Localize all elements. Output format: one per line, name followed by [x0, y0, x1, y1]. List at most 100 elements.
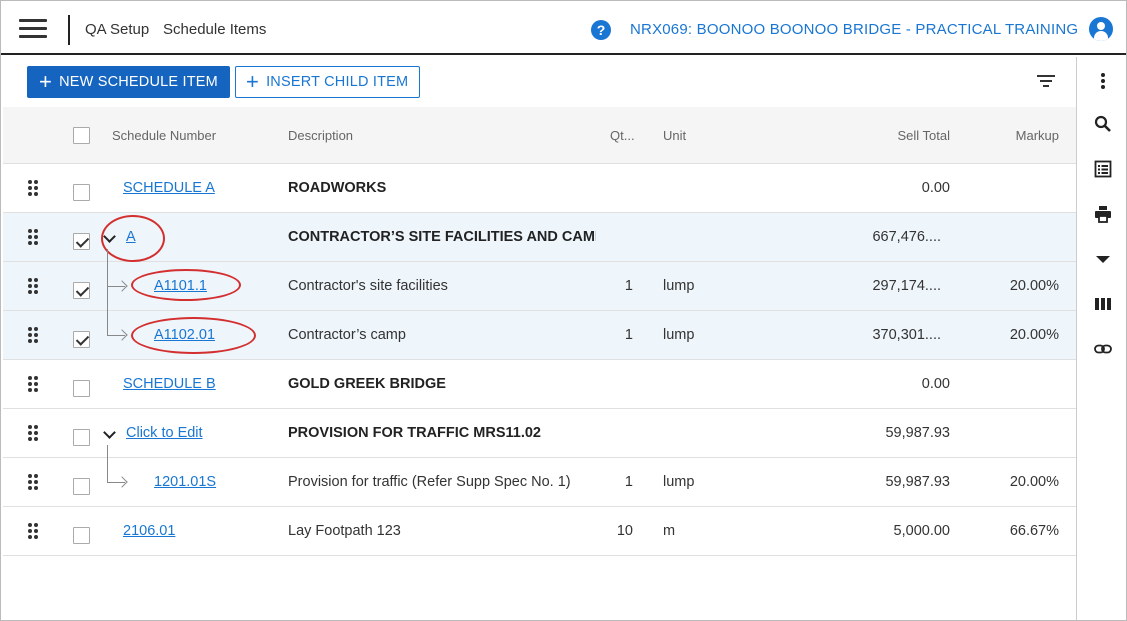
row-checkbox[interactable] [73, 282, 90, 299]
row-sell-total: 59,987.93 [885, 474, 950, 490]
row-unit: m [663, 523, 676, 539]
project-title[interactable]: NRX069: BOONOO BOONOO BRIDGE - PRACTICAL… [630, 21, 1078, 38]
row-quantity: 10 [616, 523, 633, 539]
more-vert-icon[interactable] [1093, 71, 1113, 91]
tree-line [107, 311, 108, 335]
row-description: GOLD GREEK BRIDGE [288, 376, 446, 392]
new-schedule-item-button[interactable]: + NEW SCHEDULE ITEM [27, 66, 230, 98]
col-unit[interactable]: Unit [663, 128, 686, 143]
tree-arrow-icon [116, 329, 128, 341]
row-checkbox[interactable] [73, 429, 90, 446]
menu-icon[interactable] [19, 19, 47, 39]
row-checkbox[interactable] [73, 233, 90, 250]
chevron-down-icon[interactable] [103, 230, 116, 243]
schedule-number-link[interactable]: 1201.01S [154, 474, 216, 490]
insert-child-item-label: INSERT CHILD ITEM [266, 74, 409, 90]
drag-handle-icon[interactable] [28, 474, 38, 490]
table-row[interactable]: SCHEDULE B GOLD GREEK BRIDGE 0.00 [3, 360, 1076, 409]
row-markup: 20.00% [1009, 278, 1059, 294]
row-checkbox[interactable] [73, 184, 90, 201]
row-unit: lump [663, 278, 695, 294]
row-description: Contractor’s camp [288, 327, 406, 343]
tree-arrow-icon [116, 476, 128, 488]
plus-icon: + [39, 69, 53, 94]
row-checkbox[interactable] [73, 527, 90, 544]
plus-icon: + [246, 69, 260, 94]
row-sell-total: 59,987.93 [885, 425, 950, 441]
breadcrumb-schedule-items: Schedule Items [163, 21, 267, 38]
row-description: Provision for traffic (Refer Supp Spec N… [288, 474, 571, 490]
table-header: Schedule Number Description Qt... Unit S… [3, 107, 1076, 164]
table-row[interactable]: 2106.01 Lay Footpath 123 10 m 5,000.00 6… [3, 507, 1076, 556]
drag-handle-icon[interactable] [28, 229, 38, 245]
row-checkbox[interactable] [73, 331, 90, 348]
table-row[interactable]: Click to Edit PROVISION FOR TRAFFIC MRS1… [3, 409, 1076, 458]
row-markup: 20.00% [1009, 327, 1059, 343]
table-row[interactable]: A1101.1 Contractor's site facilities 1 l… [3, 262, 1076, 311]
help-icon[interactable]: ? [591, 20, 611, 40]
row-quantity: 1 [624, 278, 633, 294]
account-icon[interactable] [1089, 17, 1113, 41]
row-sell-total: 370,301.... [872, 327, 941, 343]
drag-handle-icon[interactable] [28, 523, 38, 539]
link-icon[interactable] [1093, 339, 1113, 359]
col-sell-total[interactable]: Sell Total [850, 128, 950, 143]
schedule-items-table: Schedule Number Description Qt... Unit S… [3, 107, 1076, 556]
tree-arrow-icon [116, 280, 128, 292]
right-action-rail [1076, 57, 1126, 620]
tree-line [107, 445, 108, 458]
drag-handle-icon[interactable] [28, 376, 38, 392]
schedule-number-link[interactable]: A [126, 229, 136, 245]
schedule-number-link[interactable]: Click to Edit [126, 425, 203, 441]
tree-line [107, 458, 108, 482]
list-icon[interactable] [1093, 159, 1113, 179]
row-sell-total: 667,476.... [872, 229, 941, 245]
row-unit: lump [663, 474, 695, 490]
dropdown-icon[interactable] [1093, 249, 1113, 269]
row-unit: lump [663, 327, 695, 343]
row-sell-total: 0.00 [921, 180, 950, 196]
drag-handle-icon[interactable] [28, 278, 38, 294]
row-markup: 66.67% [1009, 523, 1059, 539]
drag-handle-icon[interactable] [28, 425, 38, 441]
app-header: QA Setup Schedule Items ? NRX069: BOONOO… [1, 1, 1126, 55]
table-row[interactable]: 1201.01S Provision for traffic (Refer Su… [3, 458, 1076, 507]
row-markup: 20.00% [1009, 474, 1059, 490]
search-icon[interactable] [1093, 114, 1113, 134]
print-icon[interactable] [1093, 204, 1113, 224]
table-row[interactable]: A1102.01 Contractor’s camp 1 lump 370,30… [3, 311, 1076, 360]
table-row[interactable]: A CONTRACTOR’S SITE FACILITIES AND CAMP … [3, 213, 1076, 262]
table-row[interactable]: SCHEDULE A ROADWORKS 0.00 [3, 164, 1076, 213]
row-description: CONTRACTOR’S SITE FACILITIES AND CAMP [288, 229, 596, 245]
header-divider [68, 15, 70, 45]
schedule-number-link[interactable]: 2106.01 [123, 523, 175, 539]
select-all-checkbox[interactable] [73, 127, 90, 144]
schedule-number-link[interactable]: SCHEDULE A [123, 180, 215, 196]
row-description: Lay Footpath 123 [288, 523, 401, 539]
col-schedule-number[interactable]: Schedule Number [112, 128, 216, 143]
row-sell-total: 297,174.... [872, 278, 941, 294]
row-description: Contractor's site facilities [288, 278, 448, 294]
chevron-down-icon[interactable] [103, 426, 116, 439]
schedule-number-link[interactable]: A1102.01 [154, 327, 215, 343]
filter-icon[interactable] [1037, 75, 1055, 89]
col-quantity[interactable]: Qt... [610, 128, 635, 143]
row-checkbox[interactable] [73, 478, 90, 495]
schedule-number-link[interactable]: SCHEDULE B [123, 376, 216, 392]
row-sell-total: 0.00 [921, 376, 950, 392]
row-description: PROVISION FOR TRAFFIC MRS11.02 [288, 425, 541, 441]
col-markup[interactable]: Markup [959, 128, 1059, 143]
columns-icon[interactable] [1093, 294, 1113, 314]
new-schedule-item-label: NEW SCHEDULE ITEM [59, 74, 218, 90]
app-window: QA Setup Schedule Items ? NRX069: BOONOO… [0, 0, 1127, 621]
row-description: ROADWORKS [288, 180, 387, 196]
insert-child-item-button[interactable]: + INSERT CHILD ITEM [235, 66, 420, 98]
col-description[interactable]: Description [288, 128, 353, 143]
row-quantity: 1 [624, 474, 633, 490]
breadcrumb-qa-setup[interactable]: QA Setup [85, 21, 149, 38]
schedule-number-link[interactable]: A1101.1 [154, 278, 207, 294]
tree-line [107, 249, 108, 262]
drag-handle-icon[interactable] [28, 180, 38, 196]
row-checkbox[interactable] [73, 380, 90, 397]
drag-handle-icon[interactable] [28, 327, 38, 343]
